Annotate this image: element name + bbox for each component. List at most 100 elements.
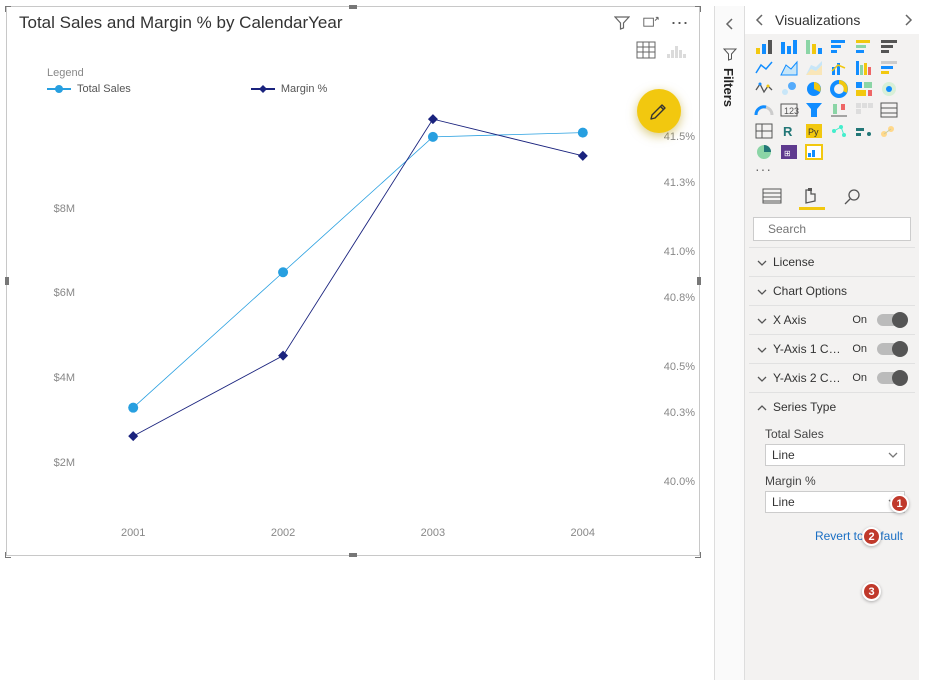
viz-type-icon[interactable]: [828, 59, 850, 77]
section-x-axis[interactable]: X Axis On: [749, 305, 915, 334]
resize-handle-br[interactable]: [691, 547, 701, 557]
resize-handle-bottom[interactable]: [349, 553, 357, 557]
legend-marker-circle-icon: [47, 83, 71, 95]
section-series-type[interactable]: Series Type: [749, 392, 915, 421]
resize-handle-left[interactable]: [5, 277, 9, 285]
chart-visual[interactable]: Total Sales and Margin % by CalendarYear…: [6, 6, 700, 556]
y-right-tick: 40.5%: [664, 361, 695, 373]
viz-type-icon[interactable]: Py: [803, 122, 825, 140]
chevron-down-icon: [757, 257, 767, 267]
viz-type-icon[interactable]: [778, 38, 800, 56]
viz-type-icon[interactable]: [853, 122, 875, 140]
viz-type-icon[interactable]: [803, 59, 825, 77]
y-axis-left: $2M$4M$6M$8M: [41, 103, 75, 505]
viz-type-icon[interactable]: [853, 80, 875, 98]
svg-text:Py: Py: [808, 127, 819, 137]
viz-type-icon[interactable]: [828, 38, 850, 56]
format-tab-icon[interactable]: [801, 187, 823, 205]
x-tick: 2002: [271, 527, 295, 539]
resize-handle-tl[interactable]: [5, 5, 15, 15]
y-right-tick: 40.8%: [664, 292, 695, 304]
resize-handle-tr[interactable]: [691, 5, 701, 15]
viz-type-icon[interactable]: [753, 143, 775, 161]
legend-title: Legend: [47, 67, 699, 79]
filter-icon[interactable]: [613, 14, 631, 32]
chevron-left-icon[interactable]: [753, 13, 767, 27]
legend-item-total-sales[interactable]: Total Sales: [47, 83, 131, 95]
y-right-tick: 40.3%: [664, 407, 695, 419]
show-as-table-icon[interactable]: [635, 39, 657, 61]
callout-badge-2: 2: [862, 527, 881, 546]
chevron-down-icon: [757, 286, 767, 296]
viz-type-icon[interactable]: 123: [778, 101, 800, 119]
x-tick: 2003: [421, 527, 445, 539]
panel-title: Visualizations: [775, 12, 901, 28]
svg-text:123: 123: [784, 106, 799, 116]
viz-type-icon[interactable]: [853, 38, 875, 56]
viz-type-icon[interactable]: [878, 101, 900, 119]
viz-type-icon[interactable]: [828, 80, 850, 98]
viz-type-icon[interactable]: [753, 38, 775, 56]
resize-handle-bl[interactable]: [5, 547, 15, 557]
chevron-down-icon: [757, 344, 767, 354]
more-visuals-icon[interactable]: ···: [745, 161, 919, 177]
viz-type-icon[interactable]: ⊞: [778, 143, 800, 161]
y-axis-right: 40.0%40.3%40.5%40.8%41.0%41.3%41.5%: [651, 103, 695, 505]
analytics-tab-icon[interactable]: [841, 187, 863, 205]
y-right-tick: 41.5%: [664, 131, 695, 143]
legend-marker-diamond-icon: [251, 83, 275, 95]
viz-type-icon[interactable]: [803, 38, 825, 56]
toggle-y-axis-2[interactable]: [877, 372, 907, 384]
viz-type-icon[interactable]: [878, 122, 900, 140]
focus-mode-icon[interactable]: [641, 15, 661, 31]
y-left-tick: $4M: [54, 372, 75, 384]
series-type-select-margin[interactable]: Line: [765, 491, 905, 513]
resize-handle-top[interactable]: [349, 5, 357, 9]
more-options-icon[interactable]: ⋯: [671, 14, 689, 32]
revert-to-default-link[interactable]: Revert to default: [749, 515, 915, 551]
viz-type-icon[interactable]: [878, 59, 900, 77]
legend-label: Margin %: [281, 83, 327, 95]
viz-type-icon[interactable]: [753, 122, 775, 140]
viz-type-icon[interactable]: [753, 101, 775, 119]
viz-type-icon[interactable]: [878, 38, 900, 56]
svg-text:R: R: [783, 124, 793, 139]
series-field-label: Total Sales: [765, 427, 905, 441]
search-field[interactable]: [766, 221, 925, 237]
viz-type-icon[interactable]: [803, 143, 825, 161]
section-chart-options[interactable]: Chart Options: [749, 276, 915, 305]
viz-type-icon[interactable]: [853, 59, 875, 77]
chevron-left-icon[interactable]: [722, 16, 738, 32]
legend-item-margin[interactable]: Margin %: [251, 83, 327, 95]
toggle-y-axis-1[interactable]: [877, 343, 907, 355]
viz-type-icon[interactable]: [753, 80, 775, 98]
y-left-tick: $6M: [54, 287, 75, 299]
toggle-x-axis[interactable]: [877, 314, 907, 326]
section-license[interactable]: License: [749, 247, 915, 276]
chevron-right-icon[interactable]: [901, 13, 915, 27]
drill-hierarchy-icon: [665, 39, 687, 61]
series-type-select-total-sales[interactable]: Line: [765, 444, 905, 466]
y-right-tick: 40.0%: [664, 476, 695, 488]
viz-type-icon[interactable]: [828, 122, 850, 140]
viz-type-icon[interactable]: [853, 101, 875, 119]
fields-tab-icon[interactable]: [761, 187, 783, 205]
filters-pane-collapsed[interactable]: Filters: [714, 6, 744, 680]
callout-badge-1: 1: [890, 494, 909, 513]
viz-type-icon[interactable]: R: [778, 122, 800, 140]
viz-type-icon[interactable]: [828, 101, 850, 119]
edit-fab-button[interactable]: [637, 89, 681, 133]
resize-handle-right[interactable]: [697, 277, 701, 285]
chevron-down-icon: [888, 450, 898, 460]
legend-label: Total Sales: [77, 83, 131, 95]
section-y-axis-2[interactable]: Y-Axis 2 C… On: [749, 363, 915, 392]
search-input[interactable]: [753, 217, 911, 241]
viz-type-icon[interactable]: [878, 80, 900, 98]
viz-type-icon[interactable]: [778, 80, 800, 98]
viz-type-icon[interactable]: [803, 80, 825, 98]
viz-type-icon[interactable]: [803, 101, 825, 119]
section-y-axis-1[interactable]: Y-Axis 1 C… On: [749, 334, 915, 363]
viz-type-icon[interactable]: [778, 59, 800, 77]
visualizations-panel: Visualizations 123 R Py ⊞ ··· License Chart…: [744, 6, 919, 680]
viz-type-icon[interactable]: [753, 59, 775, 77]
